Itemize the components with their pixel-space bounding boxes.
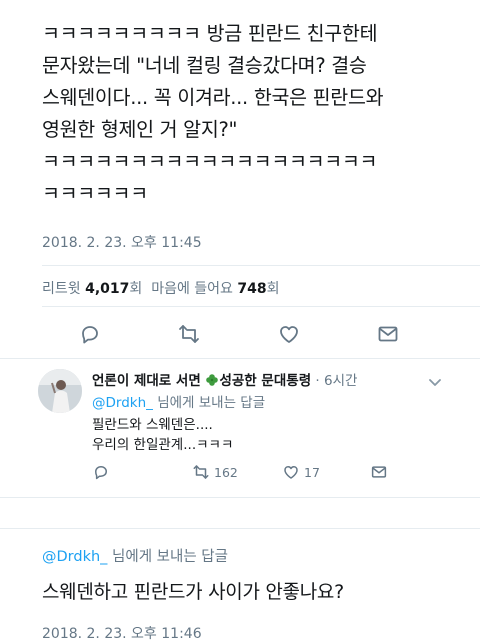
reply-author-name[interactable]: 언론이 제대로 서면 성공한 문대통령 bbox=[92, 373, 311, 389]
reply-tweet[interactable]: 언론이 제대로 서면 성공한 문대통령 · 6시간 @Drdkh_ 님에게 보내… bbox=[0, 359, 480, 496]
section-divider bbox=[0, 497, 480, 529]
likes-unit: 회 bbox=[266, 281, 280, 297]
likes-count[interactable]: 748 bbox=[237, 281, 266, 297]
tweet-timestamp: 2018. 2. 23. 오후 11:45 bbox=[42, 235, 202, 251]
heart-icon[interactable] bbox=[277, 322, 301, 346]
retweet-icon bbox=[193, 465, 209, 479]
retweets-label: 리트윗 bbox=[42, 281, 81, 297]
message-icon bbox=[371, 466, 387, 478]
reply-time: · 6시간 bbox=[315, 373, 358, 389]
message-icon[interactable] bbox=[376, 322, 400, 346]
reply-to-suffix: 님에게 보내는 답글 bbox=[152, 395, 266, 411]
reply-to-line: @Drdkh_ 님에게 보내는 답글 bbox=[92, 391, 265, 411]
focus-reply-to-line: @Drdkh_ 님에게 보내는 답글 bbox=[42, 545, 228, 566]
heart-icon bbox=[284, 466, 298, 479]
divider bbox=[42, 306, 480, 307]
reply-icon[interactable] bbox=[78, 322, 102, 346]
tweet-stats: 리트윗 4,017회 마음에 들어요 748회 bbox=[42, 278, 280, 298]
focus-reply-to-suffix: 님에게 보내는 답글 bbox=[107, 549, 228, 565]
focus-reply-timestamp: 2018. 2. 23. 오후 11:46 bbox=[42, 626, 202, 642]
reply-icon bbox=[95, 466, 107, 480]
reply-header: 언론이 제대로 서면 성공한 문대통령 · 6시간 bbox=[92, 369, 357, 391]
focus-reply-to-handle[interactable]: @Drdkh_ bbox=[42, 549, 107, 565]
tweet-text: ㅋㅋㅋㅋㅋㅋㅋㅋㅋ 방금 핀란드 친구한테 문자왔는데 "너네 컬링 결승갔다며… bbox=[42, 22, 384, 205]
reply-text: 필란드와 스웨덴은.... 우리의 한일관계...ㅋㅋㅋ bbox=[92, 417, 234, 453]
clover-icon bbox=[205, 373, 219, 391]
reply-reply-button[interactable] bbox=[92, 463, 110, 481]
chevron-down-icon[interactable] bbox=[428, 373, 442, 392]
reply-retweet-button[interactable]: 162 bbox=[192, 463, 238, 481]
retweets-count[interactable]: 4,017 bbox=[85, 281, 129, 297]
divider bbox=[42, 265, 480, 266]
reply-like-count: 17 bbox=[304, 464, 320, 480]
reply-to-handle[interactable]: @Drdkh_ bbox=[92, 395, 153, 411]
main-tweet: ㅋㅋㅋㅋㅋㅋㅋㅋㅋ 방금 핀란드 친구한테 문자왔는데 "너네 컬링 결승갔다며… bbox=[42, 18, 467, 210]
likes-label: 마음에 들어요 bbox=[151, 281, 233, 297]
reply-like-button[interactable]: 17 bbox=[282, 463, 320, 481]
reply-message-button[interactable] bbox=[370, 463, 388, 481]
retweets-unit: 회 bbox=[129, 281, 143, 297]
retweet-icon[interactable] bbox=[177, 322, 201, 346]
tweet-actions bbox=[0, 322, 480, 348]
avatar[interactable] bbox=[38, 369, 82, 413]
focus-reply-text: 스웨덴하고 핀란드가 사이가 안좋나요? bbox=[42, 581, 344, 603]
reply-retweet-count: 162 bbox=[214, 464, 238, 480]
